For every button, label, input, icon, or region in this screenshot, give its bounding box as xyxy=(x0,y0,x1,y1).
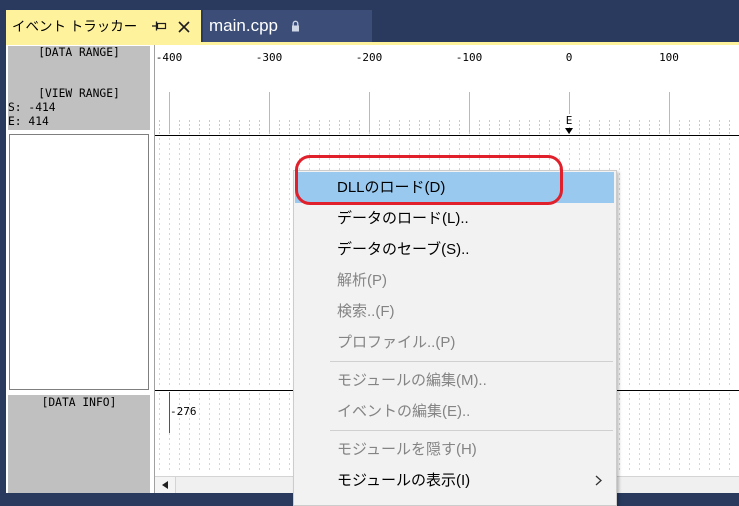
menu-item-label: イベントの編集(E).. xyxy=(337,403,471,420)
close-icon[interactable] xyxy=(178,21,190,33)
tab-label: イベント トラッカー xyxy=(12,19,138,34)
menu-item-analyze[interactable]: 解析(P) xyxy=(295,265,614,296)
menu-item-label: データのセーブ(S).. xyxy=(337,241,470,258)
pin-icon[interactable] xyxy=(152,20,168,32)
end-marker-label: E xyxy=(564,114,574,127)
menu-separator-line xyxy=(330,430,613,431)
menu-item-hide-module[interactable]: モジュールを隠す(H) xyxy=(295,434,614,465)
data-info-header: [DATA INFO] xyxy=(41,396,117,409)
context-menu: DLLのロード(D) データのロード(L).. データのセーブ(S).. 解析(… xyxy=(293,170,617,506)
menu-item-label: DLLのロード(D) xyxy=(337,179,446,196)
menu-item-label: 解析(P) xyxy=(337,272,387,289)
view-range-start: S: -414 xyxy=(8,101,56,114)
menu-item-label: 検索..(F) xyxy=(337,303,395,320)
menu-item-load-data[interactable]: データのロード(L).. xyxy=(295,203,614,234)
scroll-left-button[interactable] xyxy=(155,477,176,493)
data-info-panel: [DATA INFO] xyxy=(8,395,150,493)
menu-item-edit-event[interactable]: イベントの編集(E).. xyxy=(295,396,614,427)
menu-item-label: プロファイル..(P) xyxy=(337,334,456,351)
menu-separator xyxy=(294,427,616,434)
scroll-left-arrow-icon xyxy=(162,481,168,489)
axis-tick-label: -400 xyxy=(155,51,183,64)
axis-tick-label: -200 xyxy=(355,51,383,64)
tab-event-tracker[interactable]: イベント トラッカー xyxy=(6,10,201,43)
lock-icon xyxy=(292,20,299,32)
data-info-value: -276 xyxy=(170,405,197,418)
axis-tick-label: -300 xyxy=(255,51,283,64)
axis-tick-label: 100 xyxy=(659,51,679,64)
menu-item-profile[interactable]: プロファイル..(P) xyxy=(295,327,614,358)
module-list-panel[interactable] xyxy=(9,134,149,390)
view-range-header: [VIEW RANGE] xyxy=(38,87,120,100)
tab-label: main.cpp xyxy=(209,16,278,35)
range-info-panel: [DATA RANGE] [VIEW RANGE] S: -414 E: 414 xyxy=(8,46,150,130)
menu-item-label: モジュールの表示(I) xyxy=(337,472,471,489)
marker-triangle-icon xyxy=(565,128,573,134)
menu-item-edit-module[interactable]: モジュールの編集(M).. xyxy=(295,365,614,396)
axis-tick-label: -100 xyxy=(455,51,483,64)
submenu-chevron-right-icon xyxy=(595,475,602,486)
axis-tick-label: 0 xyxy=(565,51,573,64)
menu-item-show-module[interactable]: モジュールの表示(I) xyxy=(295,465,614,496)
data-range-header: [DATA RANGE] xyxy=(38,46,120,59)
view-range-end: E: 414 xyxy=(8,115,49,128)
menu-item-save-data[interactable]: データのセーブ(S).. xyxy=(295,234,614,265)
tab-main-cpp[interactable]: main.cpp xyxy=(203,10,372,42)
menu-item-search[interactable]: 検索..(F) xyxy=(295,296,614,327)
menu-item-label: データのロード(L).. xyxy=(337,210,469,227)
menu-item-load-dll[interactable]: DLLのロード(D) xyxy=(295,172,614,203)
menu-separator xyxy=(294,358,616,365)
menu-separator-line xyxy=(330,361,613,362)
menu-item-label: モジュールを隠す(H) xyxy=(337,441,477,458)
menu-item-label: モジュールの編集(M).. xyxy=(337,372,487,389)
